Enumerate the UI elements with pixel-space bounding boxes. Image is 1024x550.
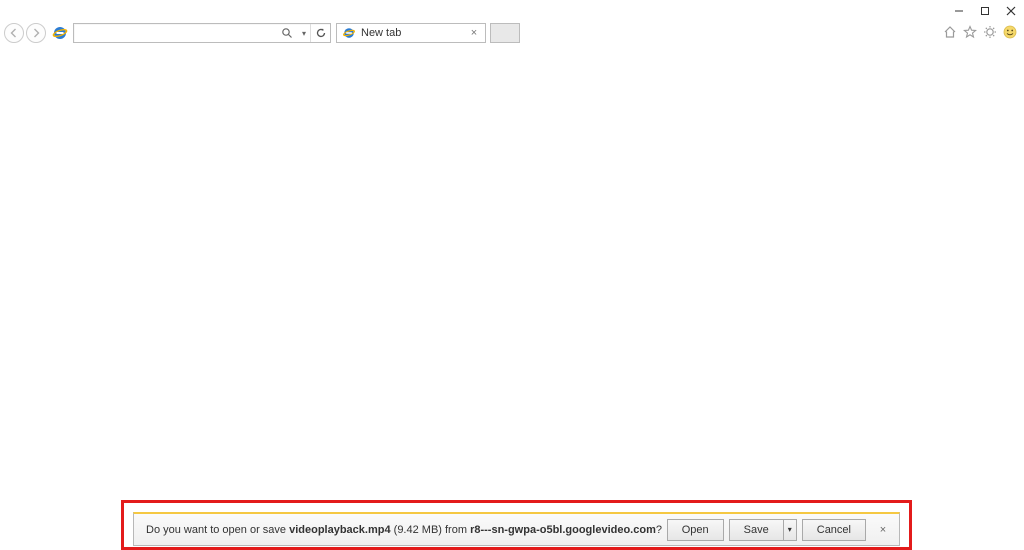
back-button[interactable] <box>4 23 24 43</box>
refresh-button[interactable] <box>310 24 330 42</box>
open-button[interactable]: Open <box>667 519 724 541</box>
notify-size: (9.42 MB) <box>391 524 445 536</box>
forward-button[interactable] <box>26 23 46 43</box>
save-button[interactable]: Save <box>729 519 783 541</box>
maximize-button[interactable] <box>972 0 998 22</box>
search-icon[interactable] <box>276 27 298 39</box>
save-button-group: Save ▾ <box>729 519 797 541</box>
notify-close-button[interactable]: × <box>875 522 891 538</box>
search-dropdown-icon[interactable]: ▾ <box>298 29 310 38</box>
home-icon[interactable] <box>942 24 958 40</box>
save-dropdown-button[interactable]: ▾ <box>783 519 797 541</box>
browser-tab[interactable]: New tab × <box>336 23 486 43</box>
tab-close-button[interactable]: × <box>467 26 481 40</box>
notify-host: r8---sn-gwpa-o5bl.googlevideo.com <box>470 524 656 536</box>
download-notification-bar: Do you want to open or save videoplaybac… <box>133 512 900 546</box>
navigation-bar: ▾ New tab × <box>0 22 1024 44</box>
notify-q: ? <box>656 524 662 536</box>
close-window-button[interactable] <box>998 0 1024 22</box>
ie-logo-icon <box>50 23 70 43</box>
download-message: Do you want to open or save videoplaybac… <box>146 524 667 536</box>
window-controls <box>946 0 1024 22</box>
url-input[interactable] <box>74 27 276 39</box>
tab-favicon-icon <box>341 25 357 41</box>
smiley-icon[interactable] <box>1002 24 1018 40</box>
minimize-button[interactable] <box>946 0 972 22</box>
new-tab-button[interactable] <box>490 23 520 43</box>
tools-icon[interactable] <box>982 24 998 40</box>
command-bar <box>942 24 1018 40</box>
tab-title: New tab <box>361 27 467 39</box>
notify-pre: Do you want to open or save <box>146 524 289 536</box>
cancel-button[interactable]: Cancel <box>802 519 866 541</box>
favorites-icon[interactable] <box>962 24 978 40</box>
notify-filename: videoplayback.mp4 <box>289 524 391 536</box>
notify-from: from <box>445 524 470 536</box>
annotation-highlight-box: Do you want to open or save videoplaybac… <box>121 500 912 550</box>
notify-actions: Open Save ▾ Cancel × <box>667 519 891 541</box>
address-bar[interactable]: ▾ <box>73 23 331 43</box>
